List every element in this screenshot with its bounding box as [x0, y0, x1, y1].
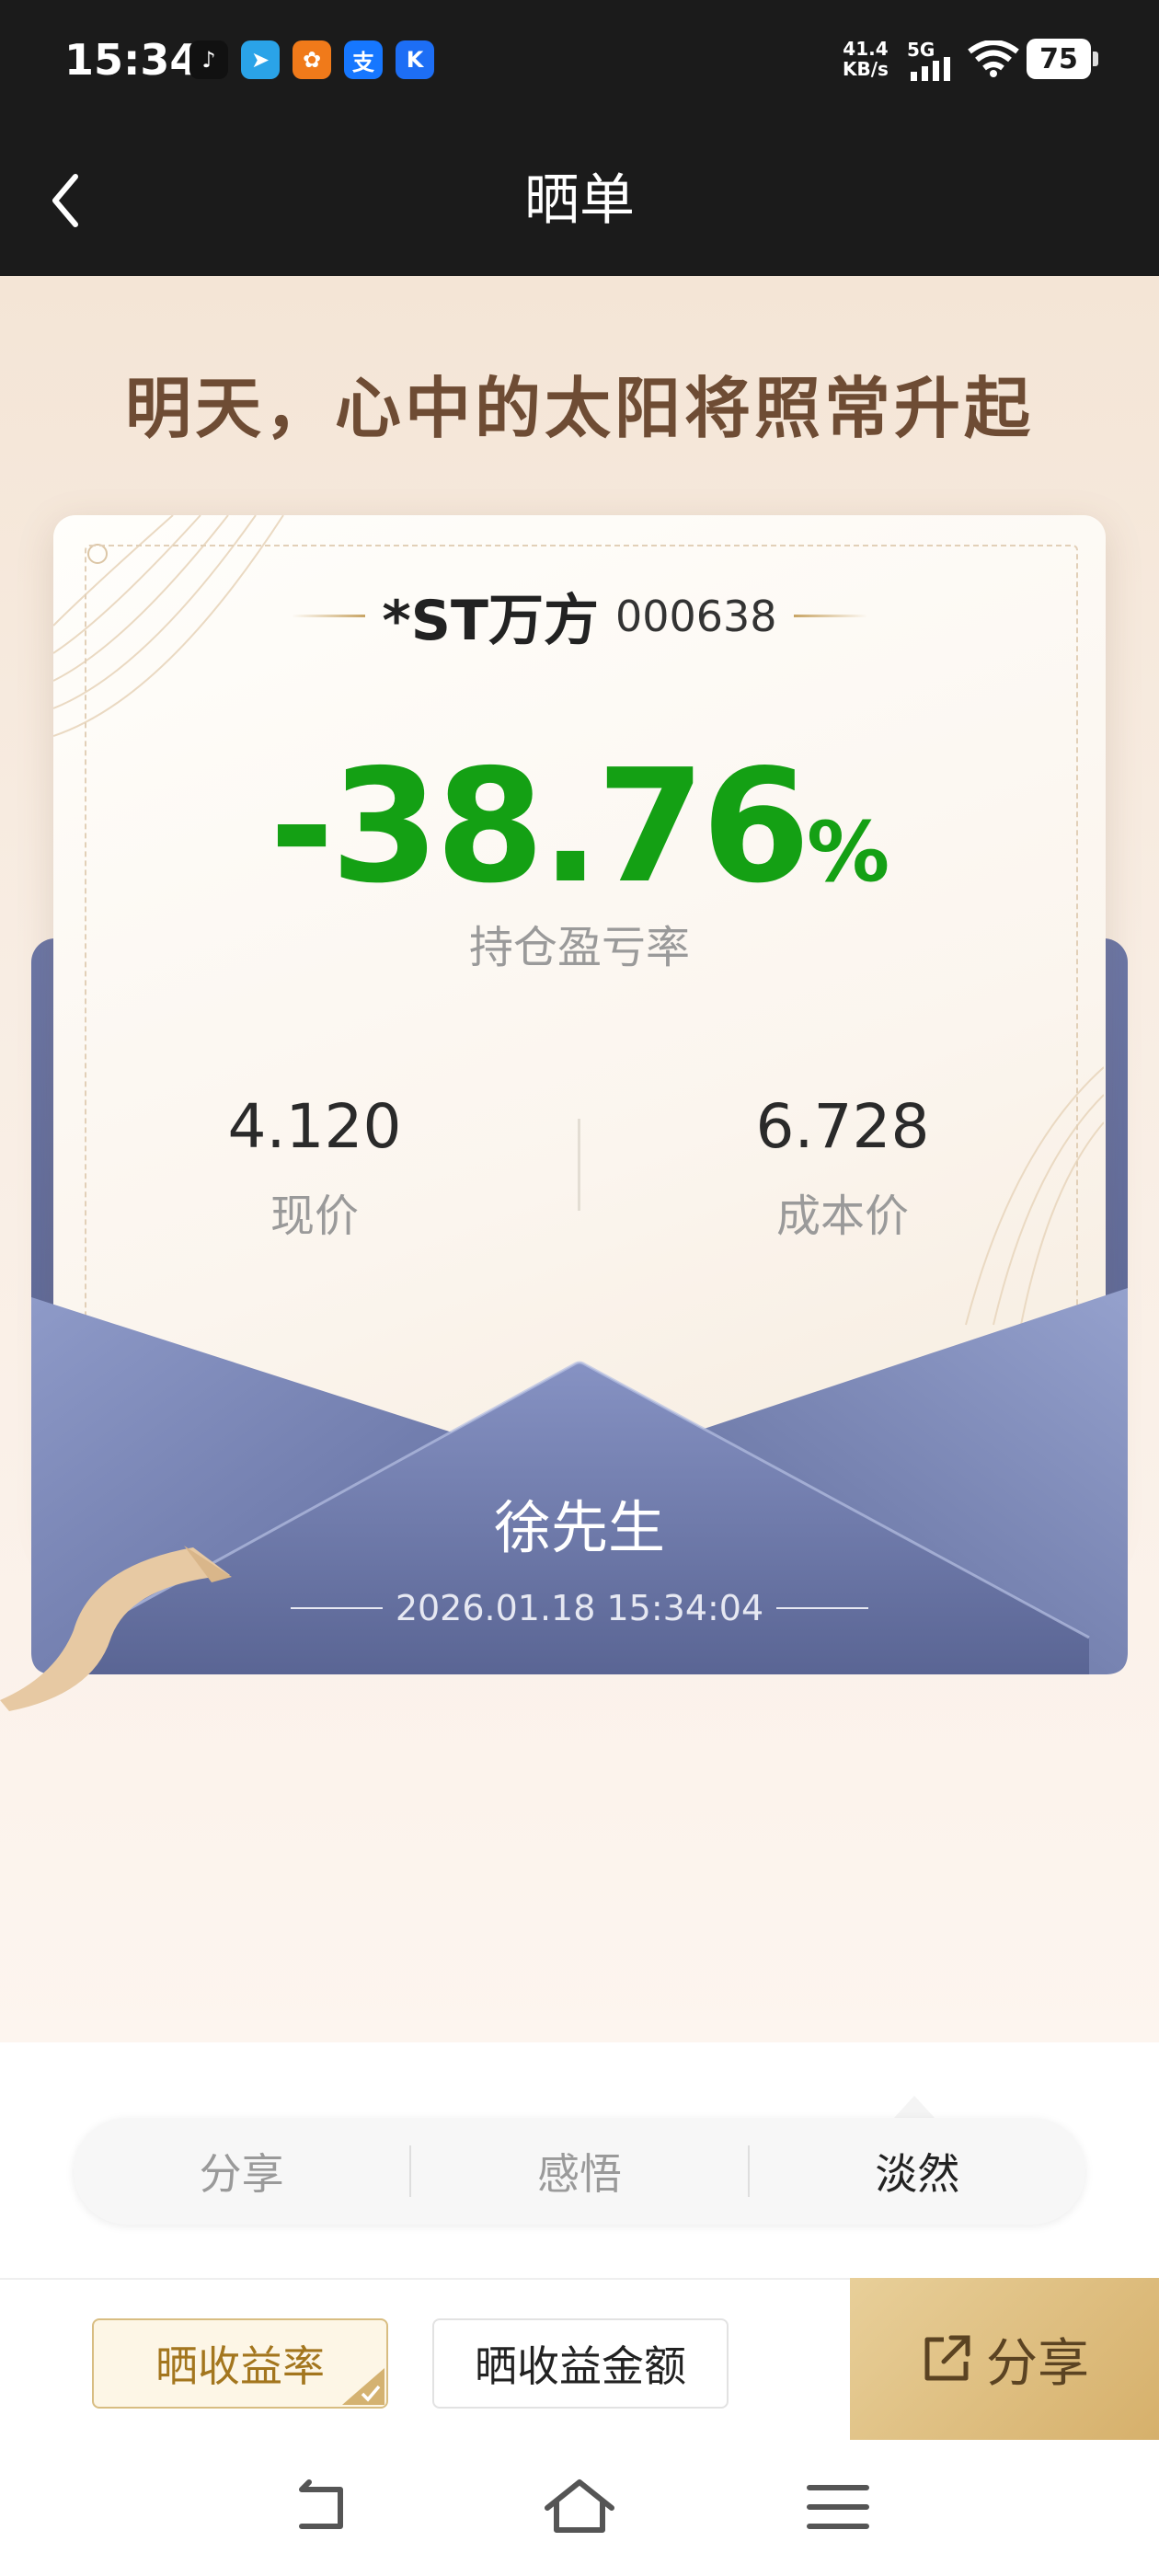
selected-check-icon: [342, 2368, 384, 2405]
share-datetime: 2026.01.18 15:34:04: [0, 1588, 1159, 1628]
telegram-icon: ➤: [241, 40, 280, 79]
price-divider: [578, 1119, 580, 1211]
alipay-icon: 支: [344, 40, 383, 79]
stock-name: *ST万方: [382, 589, 599, 653]
status-time: 15:34: [64, 35, 200, 85]
stock-header: *ST万方 000638: [0, 576, 1159, 656]
system-home-icon[interactable]: [538, 2475, 621, 2539]
signal-icon: [911, 57, 950, 81]
app-orange-icon: ✿: [293, 40, 331, 79]
share-button[interactable]: 分享: [850, 2278, 1159, 2440]
status-app-icons: ♪ ➤ ✿ 支 K: [189, 40, 434, 79]
system-menu-icon[interactable]: [797, 2475, 879, 2539]
title-rule-right: [793, 615, 867, 617]
current-price-label: 现价: [270, 1190, 359, 1242]
k-app-icon: K: [396, 40, 434, 79]
profit-rate-label: 持仓盈亏率: [468, 922, 690, 973]
title-rule-left: [292, 615, 366, 617]
battery-indicator: 75: [1027, 39, 1098, 79]
tab-insight[interactable]: 感悟: [411, 2141, 747, 2202]
active-tab-indicator: [894, 2096, 935, 2118]
share-external-icon: [924, 2335, 970, 2381]
user-name: 徐先生: [493, 1494, 665, 1561]
share-button-label: 分享: [986, 2333, 1089, 2394]
datetime-rule-left: [290, 1607, 383, 1609]
current-price-value: 4.120: [227, 1091, 402, 1162]
net-speed: 41.4 KB/s: [843, 39, 889, 79]
show-amount-button[interactable]: 晒收益金额: [432, 2318, 729, 2409]
system-back-icon[interactable]: [281, 2475, 364, 2539]
datetime-text: 2026.01.18 15:34:04: [395, 1588, 764, 1628]
wifi-icon: [968, 40, 1019, 77]
mood-tab-bar: 分享 感悟 淡然: [74, 2118, 1085, 2225]
tiktok-icon: ♪: [189, 40, 228, 79]
cost-price-value: 6.728: [755, 1091, 930, 1162]
slogan-text: 明天，心中的太阳将照常升起: [124, 369, 1034, 447]
cost-price-label: 成本价: [775, 1190, 909, 1242]
datetime-rule-right: [776, 1607, 869, 1609]
net-speed-unit: KB/s: [843, 58, 889, 80]
tab-share[interactable]: 分享: [74, 2141, 409, 2202]
ribbon-decoration: [0, 1546, 232, 1711]
profit-rate-value: -38.76: [269, 736, 810, 918]
net-speed-value: 41.4: [843, 38, 889, 60]
stock-code: 000638: [614, 591, 777, 641]
profit-rate: -38.76%: [0, 736, 1159, 918]
page-title: 晒单: [524, 168, 635, 233]
tab-calm[interactable]: 淡然: [750, 2141, 1085, 2202]
profit-rate-percent: %: [807, 804, 890, 901]
